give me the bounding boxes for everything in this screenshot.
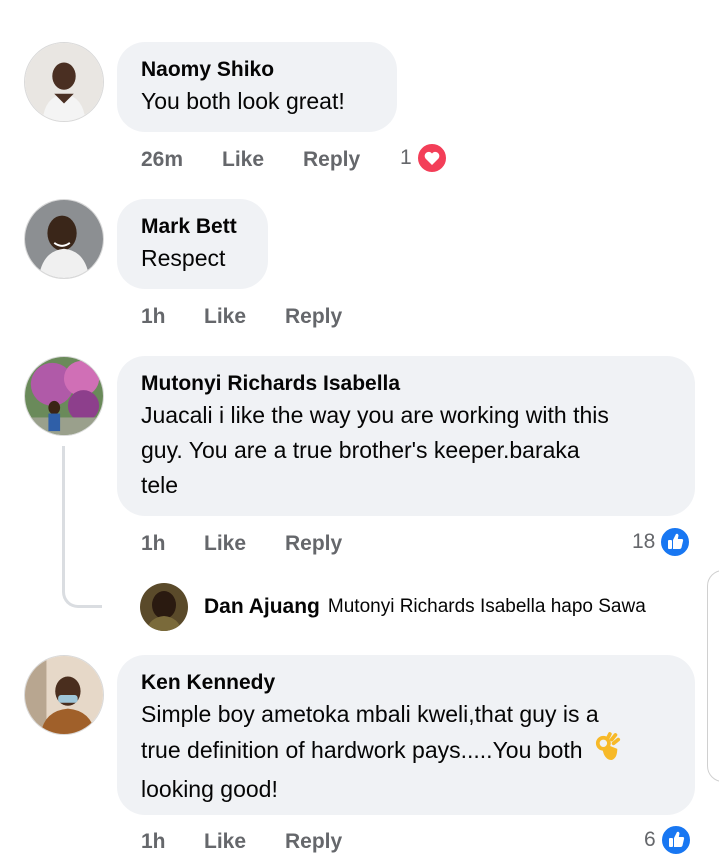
comment-time[interactable]: 1h xyxy=(141,830,166,854)
reply-preview[interactable]: Dan Ajuang Mutonyi Richards Isabella hap… xyxy=(140,583,646,631)
reply-button[interactable]: Reply xyxy=(285,305,342,329)
avatar[interactable] xyxy=(24,199,104,279)
reaction-summary[interactable]: 18 xyxy=(632,526,692,558)
like-button[interactable]: Like xyxy=(222,148,264,172)
reaction-summary[interactable]: 6 xyxy=(644,824,692,856)
like-button[interactable]: Like xyxy=(204,532,246,556)
comment-text-line: tele xyxy=(141,472,179,498)
commenter-name[interactable]: Ken Kennedy xyxy=(141,669,671,697)
reply-button[interactable]: Reply xyxy=(285,830,342,854)
reaction-count: 18 xyxy=(632,530,656,553)
comment-bubble: Naomy Shiko You both look great! xyxy=(117,42,397,132)
reply-text: Mutonyi Richards Isabella hapo Sawa xyxy=(327,596,646,617)
comment-text-segment: true definition of hardwork pays.....You… xyxy=(141,737,583,764)
side-panel-edge xyxy=(707,570,719,782)
reaction-summary[interactable]: 1 xyxy=(400,142,448,174)
comment-text-line: Simple boy ametoka mbali kweli,that guy … xyxy=(141,701,599,727)
reply-button[interactable]: Reply xyxy=(303,148,360,172)
comment-time[interactable]: 1h xyxy=(141,305,166,329)
comment-text: You both look great! xyxy=(141,88,345,114)
comment-time[interactable]: 26m xyxy=(141,148,183,172)
comment-text-line: true definition of hardwork pays.....You… xyxy=(141,732,671,772)
comment-bubble: Mark Bett Respect xyxy=(117,199,268,289)
like-button[interactable]: Like xyxy=(204,830,246,854)
ok-hand-emoji xyxy=(595,732,621,772)
avatar[interactable] xyxy=(24,42,104,122)
avatar[interactable] xyxy=(140,583,188,631)
reply-button[interactable]: Reply xyxy=(285,532,342,556)
thread-connector xyxy=(62,446,102,608)
reaction-count: 1 xyxy=(400,146,412,169)
comment-text: Respect xyxy=(141,245,226,271)
commenter-name[interactable]: Mark Bett xyxy=(141,213,244,241)
like-button[interactable]: Like xyxy=(204,305,246,329)
comment-time[interactable]: 1h xyxy=(141,532,166,556)
thumbs-up-icon xyxy=(659,824,692,856)
reply-author-name[interactable]: Dan Ajuang xyxy=(204,595,320,619)
comment-text-line: Juacali i like the way you are working w… xyxy=(141,402,609,428)
reaction-count: 6 xyxy=(644,828,656,851)
avatar[interactable] xyxy=(24,655,104,735)
commenter-name[interactable]: Mutonyi Richards Isabella xyxy=(141,370,671,398)
avatar[interactable] xyxy=(24,356,104,436)
heart-icon xyxy=(415,142,448,174)
comment-text-line: looking good! xyxy=(141,776,278,802)
comment-text-line: guy. You are a true brother's keeper.bar… xyxy=(141,437,580,463)
thumbs-up-icon xyxy=(659,526,692,558)
commenter-name[interactable]: Naomy Shiko xyxy=(141,56,373,84)
comment-bubble: Mutonyi Richards Isabella Juacali i like… xyxy=(117,356,695,516)
comment-bubble: Ken Kennedy Simple boy ametoka mbali kwe… xyxy=(117,655,695,815)
